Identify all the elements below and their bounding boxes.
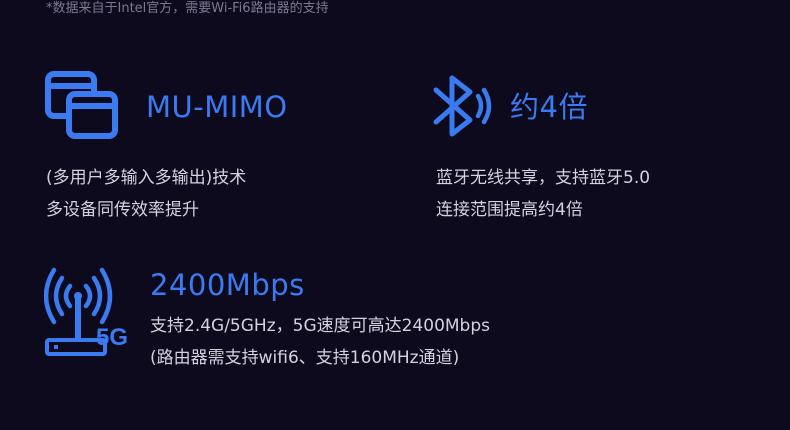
wifi-speed-title: 2400Mbps — [150, 268, 305, 302]
bluetooth-desc-line-2: 连接范围提高约4倍 — [436, 200, 583, 220]
footnote: *数据来自于Intel官方，需要Wi-Fi6路由器的支持 — [46, 1, 329, 16]
bluetooth-desc-line-1: 蓝牙无线共享，支持蓝牙5.0 — [436, 168, 651, 188]
mu-mimo-windows-icon — [44, 70, 120, 140]
bluetooth-icon — [430, 72, 496, 140]
wifi-desc-line-2: (路由器需支持wifi6、支持160MHz通道) — [150, 348, 460, 368]
5g-label: 5G — [96, 324, 129, 351]
mu-mimo-title: MU-MIMO — [146, 90, 288, 124]
mu-mimo-desc-line-2: 多设备同传效率提升 — [46, 200, 199, 220]
bluetooth-title: 约4倍 — [510, 90, 588, 124]
mu-mimo-desc-line-1: (多用户多输入多输出)技术 — [46, 168, 247, 188]
wifi-desc-line-1: 支持2.4G/5GHz，5G速度可高达2400Mbps — [150, 316, 490, 336]
